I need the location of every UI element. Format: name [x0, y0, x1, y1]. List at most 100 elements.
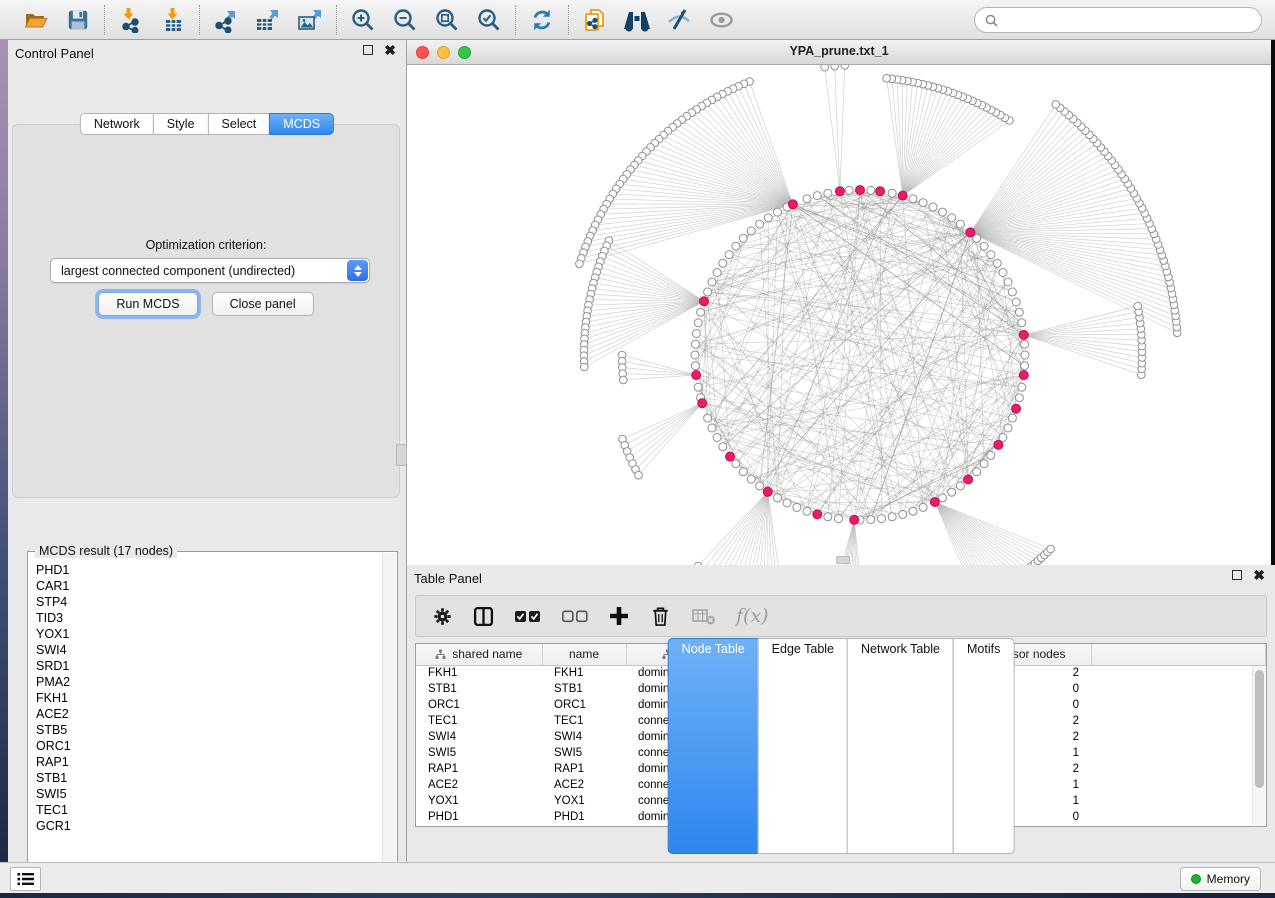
- save-session-button[interactable]: [63, 5, 93, 35]
- mcds-result-item[interactable]: SWI4: [29, 642, 382, 658]
- tab-motifs[interactable]: Motifs: [953, 638, 1014, 854]
- table-settings-button[interactable]: [432, 606, 453, 627]
- control-panel-title: Control Panel: [15, 46, 94, 61]
- table-cell[interactable]: PHD1: [416, 809, 542, 825]
- table-cell[interactable]: ACE2: [542, 777, 626, 793]
- network-overview-button[interactable]: [622, 5, 652, 35]
- tab-edge-table[interactable]: Edge Table: [758, 638, 848, 854]
- mcds-result-item[interactable]: TID3: [29, 610, 382, 626]
- mcds-result-item[interactable]: SRD1: [29, 658, 382, 674]
- delete-table-button[interactable]: [691, 606, 716, 626]
- mcds-result-item[interactable]: RAP1: [29, 754, 382, 770]
- mcds-result-item[interactable]: ACE2: [29, 706, 382, 722]
- network-titlebar[interactable]: YPA_prune.txt_1: [407, 40, 1271, 65]
- mcds-result-item[interactable]: TEC1: [29, 802, 382, 818]
- mcds-hub-node: [898, 191, 907, 200]
- import-network-button[interactable]: [116, 5, 146, 35]
- table-scrollbar-thumb[interactable]: [1255, 670, 1264, 788]
- mcds-result-item[interactable]: GCR1: [29, 818, 382, 834]
- mcds-hub-node: [966, 228, 975, 237]
- add-row-button[interactable]: [608, 605, 630, 627]
- table-cell[interactable]: RAP1: [542, 761, 626, 777]
- mcds-result-item[interactable]: PMA2: [29, 674, 382, 690]
- mcds-result-item[interactable]: STB1: [29, 770, 382, 786]
- splitter-grip-horizontal[interactable]: [836, 556, 850, 564]
- zoom-out-button[interactable]: [390, 5, 420, 35]
- column-header-name[interactable]: name: [542, 644, 626, 665]
- unselect-all-button[interactable]: [561, 608, 588, 624]
- mcds-list-scrollbar[interactable]: [382, 553, 396, 898]
- table-cell[interactable]: ORC1: [416, 697, 542, 713]
- zoom-fit-button[interactable]: [432, 5, 462, 35]
- table-cell[interactable]: SWI5: [416, 745, 542, 761]
- close-panel-icon[interactable]: ✖: [1253, 570, 1265, 580]
- network-graph[interactable]: [407, 65, 1271, 565]
- table-cell[interactable]: SWI4: [416, 729, 542, 745]
- close-panel-button[interactable]: Close panel: [212, 292, 314, 316]
- zoom-selected-button[interactable]: [474, 5, 504, 35]
- memory-button[interactable]: Memory: [1180, 867, 1261, 891]
- mcds-hub-node: [1019, 330, 1028, 339]
- table-cell[interactable]: YOX1: [416, 793, 542, 809]
- save-floppy-icon: [66, 8, 90, 32]
- select-all-button[interactable]: [514, 608, 541, 624]
- mcds-result-item[interactable]: FKH1: [29, 690, 382, 706]
- table-cell[interactable]: RAP1: [416, 761, 542, 777]
- export-table-button[interactable]: [253, 5, 283, 35]
- export-image-button[interactable]: [295, 5, 325, 35]
- mcds-result-item[interactable]: SWI5: [29, 786, 382, 802]
- mcds-result-item[interactable]: PHD1: [29, 562, 382, 578]
- float-panel-icon[interactable]: [1232, 570, 1242, 580]
- zoom-in-button[interactable]: [348, 5, 378, 35]
- run-mcds-button[interactable]: Run MCDS: [98, 292, 197, 316]
- show-columns-button[interactable]: [473, 606, 494, 627]
- tab-select[interactable]: Select: [208, 113, 271, 135]
- column-header-shared-name[interactable]: shared name: [416, 644, 542, 665]
- table-cell[interactable]: STB1: [542, 681, 626, 697]
- table-cell[interactable]: TEC1: [416, 713, 542, 729]
- table-scrollbar[interactable]: [1252, 666, 1265, 825]
- unselect-all-icon: [561, 608, 588, 624]
- export-network-button[interactable]: [211, 5, 241, 35]
- dropdown-stepper-icon: [347, 260, 368, 281]
- mcds-result-list[interactable]: PHD1CAR1STP4TID3YOX1SWI4SRD1PMA2FKH1ACE2…: [29, 562, 382, 898]
- import-table-button[interactable]: [158, 5, 188, 35]
- mcds-result-item[interactable]: STP4: [29, 594, 382, 610]
- mcds-result-item[interactable]: STB5: [29, 722, 382, 738]
- splitter-grip[interactable]: [396, 444, 407, 466]
- clone-network-button[interactable]: [580, 5, 610, 35]
- panel-list-button[interactable]: [10, 867, 41, 891]
- table-cell[interactable]: PHD1: [542, 809, 626, 825]
- table-cell[interactable]: SWI4: [542, 729, 626, 745]
- table-cell[interactable]: FKH1: [542, 665, 626, 681]
- tab-mcds[interactable]: MCDS: [269, 113, 334, 135]
- tab-style[interactable]: Style: [153, 113, 209, 135]
- table-cell[interactable]: FKH1: [416, 665, 542, 681]
- mcds-result-item[interactable]: YOX1: [29, 626, 382, 642]
- table-cell[interactable]: TEC1: [542, 713, 626, 729]
- delete-row-button[interactable]: [650, 605, 671, 627]
- table-cell[interactable]: ACE2: [416, 777, 542, 793]
- tab-network-table[interactable]: Network Table: [847, 638, 954, 854]
- mcds-result-item[interactable]: ORC1: [29, 738, 382, 754]
- open-session-button[interactable]: [21, 5, 51, 35]
- mcds-result-item[interactable]: CAR1: [29, 578, 382, 594]
- criterion-dropdown[interactable]: largest connected component (undirected): [50, 258, 370, 283]
- search-field[interactable]: [974, 7, 1262, 33]
- close-panel-icon[interactable]: ✖: [384, 45, 396, 55]
- table-cell[interactable]: ORC1: [542, 697, 626, 713]
- function-builder-button[interactable]: f(x): [736, 605, 769, 627]
- table-cell[interactable]: STB1: [416, 681, 542, 697]
- float-panel-icon[interactable]: [363, 45, 373, 55]
- table-cell[interactable]: YOX1: [542, 793, 626, 809]
- show-hidden-button[interactable]: [706, 5, 736, 35]
- search-input[interactable]: [1004, 13, 1251, 27]
- hide-selected-button[interactable]: [664, 5, 694, 35]
- tab-network[interactable]: Network: [80, 113, 154, 135]
- refresh-layout-button[interactable]: [527, 5, 557, 35]
- tab-node-table[interactable]: Node Table: [668, 638, 759, 854]
- columns-icon: [473, 606, 494, 627]
- select-all-icon: [514, 608, 541, 624]
- open-folder-icon: [23, 7, 49, 33]
- table-cell[interactable]: SWI5: [542, 745, 626, 761]
